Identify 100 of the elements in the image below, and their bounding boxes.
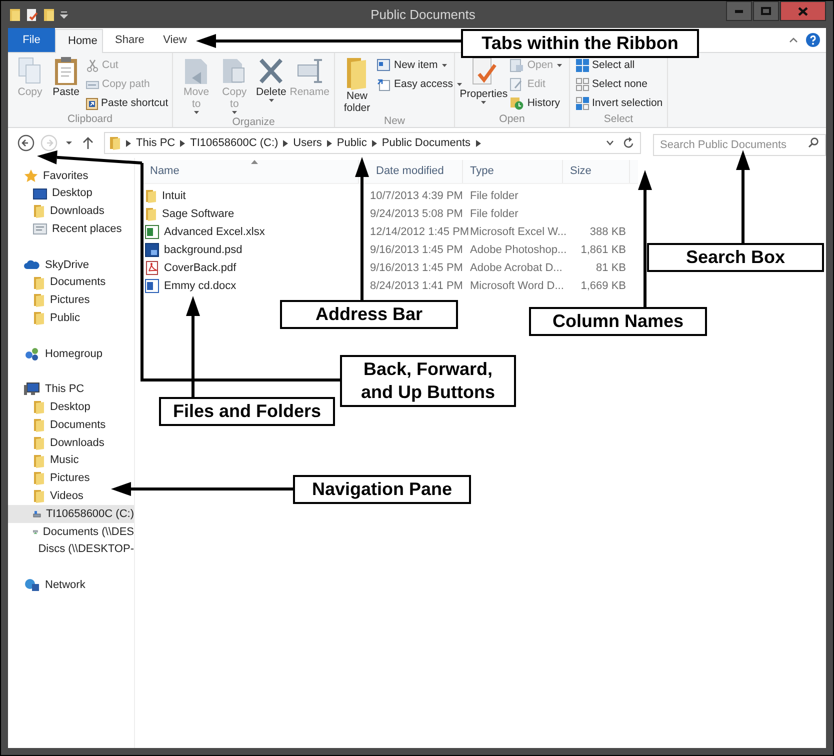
navigation-item[interactable]: Music (8, 452, 134, 470)
breadcrumb-arrow-icon (372, 140, 377, 146)
address-bar[interactable]: This PC TI10658600C (C:) Users Public Public Documents (104, 132, 641, 154)
ribbon-button[interactable]: Select none (576, 76, 663, 93)
spreadsheet-file-icon (145, 225, 159, 239)
navigation-item[interactable]: Downloads (8, 434, 134, 452)
close-button[interactable] (780, 1, 826, 21)
navigation-item[interactable]: Public (8, 309, 134, 328)
ribbon-tab[interactable]: View (151, 28, 199, 52)
caret-icon (192, 110, 200, 115)
edit-icon (510, 78, 524, 91)
caret-icon (456, 82, 463, 87)
ribbon-button[interactable]: Select all (576, 57, 663, 74)
dropdown-chevron-icon (606, 140, 614, 146)
navigation-item[interactable]: Documents (8, 274, 134, 292)
file-size: 388 KB (590, 226, 626, 238)
column-header[interactable]: Date modified (369, 160, 463, 183)
file-type: File folder (470, 208, 518, 220)
file-item[interactable]: Intuit (143, 188, 363, 204)
navigation-item[interactable]: TI10658600C (C:) (8, 505, 134, 523)
file-item[interactable]: background.psd (143, 242, 363, 258)
breadcrumb-arrow-icon (180, 140, 186, 146)
navigation-item[interactable]: Documents (8, 416, 134, 434)
ribbon-tab[interactable]: File (8, 28, 55, 52)
breadcrumb-segment[interactable]: This PC (136, 134, 176, 152)
breadcrumb-segment[interactable]: Public (336, 134, 367, 152)
ribbon-button[interactable]: History (510, 95, 563, 112)
ribbon-button[interactable]: Invert selection (576, 95, 663, 112)
caret-icon (65, 140, 73, 146)
folder-icon (145, 189, 157, 203)
search-icon (808, 137, 819, 148)
back-button[interactable] (16, 133, 36, 153)
ribbon-button[interactable]: Delete (255, 56, 288, 103)
image-file-icon (145, 243, 159, 257)
folder-icon (33, 204, 45, 218)
network-icon (24, 578, 40, 592)
column-header[interactable]: Type (463, 160, 563, 183)
ribbon-button[interactable]: Paste (50, 56, 82, 98)
file-item[interactable]: Emmy cd.docx (143, 278, 363, 294)
navigation-item[interactable]: Discs (\\DESKTOP- (8, 540, 134, 559)
folder-icon (9, 8, 21, 22)
rename-icon (296, 56, 324, 86)
file-item[interactable]: Sage Software (143, 206, 363, 222)
group-label: New (382, 114, 406, 129)
folder-icon (33, 418, 45, 432)
navigation-item[interactable]: Recent places (8, 220, 134, 238)
file-type: Adobe Photoshop... (470, 244, 567, 256)
breadcrumb-segment[interactable]: Users (293, 134, 322, 152)
select-all-icon (576, 59, 589, 72)
callout-label: Column Names (529, 307, 707, 336)
navigation-item[interactable]: Downloads (8, 202, 134, 220)
callout-label: Files and Folders (159, 397, 335, 426)
folder-icon (33, 311, 45, 326)
navigation-item[interactable]: This PC (8, 380, 134, 398)
column-header[interactable]: Size (563, 160, 630, 183)
search-field[interactable]: Search Public Documents (653, 134, 826, 156)
clipboard-icon (52, 56, 80, 86)
shortcut-icon (86, 98, 98, 110)
sort-arrow-icon (250, 160, 258, 164)
ribbon-button[interactable]: New folder (341, 56, 373, 114)
file-item[interactable]: Advanced Excel.xlsx (143, 224, 363, 240)
ribbon-button[interactable]: New item (377, 57, 463, 74)
navigation-item[interactable]: Documents (\\DES (8, 522, 134, 541)
group-label: Organize (231, 115, 276, 130)
breadcrumb-arrow-icon (476, 140, 481, 146)
navigation-item[interactable]: Network (8, 576, 134, 594)
folder-icon (33, 454, 45, 468)
folder-icon (33, 293, 45, 308)
select-none-icon (576, 78, 589, 91)
breadcrumb-arrow-icon (283, 140, 288, 146)
navigation-item[interactable]: Homegroup (8, 344, 134, 363)
caret-icon (480, 100, 488, 105)
history-icon (510, 97, 524, 110)
minimize-button[interactable] (726, 1, 752, 21)
breadcrumb-arrow-icon (126, 140, 131, 146)
invert-selection-icon (576, 97, 589, 110)
navigation-item[interactable]: Desktop (8, 398, 134, 416)
navigation-item[interactable]: SkyDrive (8, 256, 134, 274)
navigation-item[interactable]: Pictures (8, 292, 134, 310)
group-label: Select (602, 112, 634, 127)
callout-label: Back, Forward, and Up Buttons (340, 355, 516, 407)
caret-icon (230, 110, 238, 115)
breadcrumb-segment[interactable]: TI10658600C (C:) (190, 134, 278, 152)
ribbon-tab[interactable]: Share (103, 28, 151, 52)
up-arrow-icon (82, 136, 94, 150)
homegroup-icon (24, 346, 40, 361)
file-item[interactable]: CoverBack.pdf (143, 260, 363, 276)
ribbon-tab[interactable]: Home (55, 29, 103, 53)
recent-places-icon (33, 223, 47, 236)
refresh-icon (623, 137, 634, 149)
file-size: 1,861 KB (580, 244, 626, 256)
folder-icon (33, 276, 45, 290)
cloud-icon (24, 260, 40, 270)
ribbon-button[interactable]: Paste shortcut (86, 95, 168, 112)
breadcrumb-segment[interactable]: Public Documents (382, 134, 471, 152)
maximize-button[interactable] (753, 1, 779, 21)
folder-icon (33, 400, 45, 414)
navigation-item[interactable]: Favorites (8, 167, 134, 185)
navigation-item[interactable]: Desktop (8, 184, 134, 203)
file-size: 1,669 KB (580, 280, 626, 292)
